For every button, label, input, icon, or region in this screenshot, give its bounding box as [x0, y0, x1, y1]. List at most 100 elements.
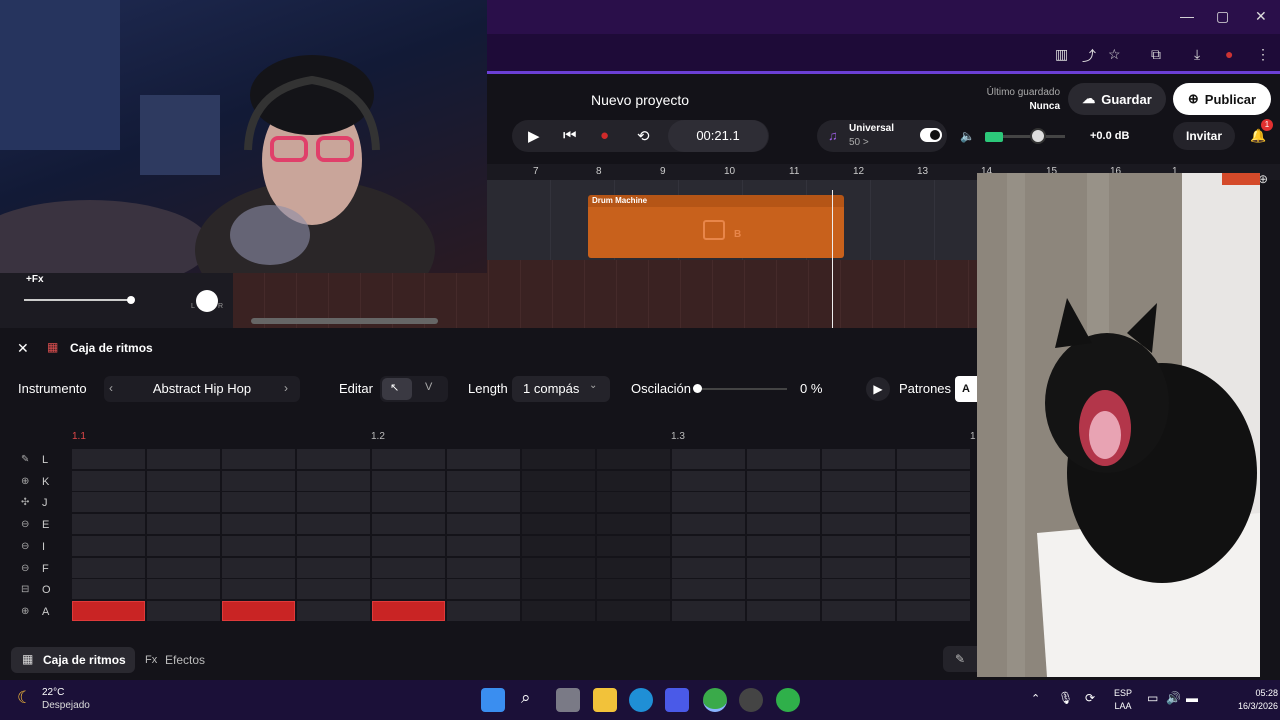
- step-cell[interactable]: [822, 557, 895, 578]
- step-cell[interactable]: [897, 535, 970, 556]
- step-cell[interactable]: [522, 514, 595, 535]
- drum-sound-icon[interactable]: ⊟: [21, 584, 29, 595]
- step-cell[interactable]: [147, 470, 220, 491]
- step-cell[interactable]: [72, 470, 145, 491]
- step-cell[interactable]: [222, 492, 295, 513]
- step-cell[interactable]: [822, 449, 895, 469]
- step-cell[interactable]: [522, 470, 595, 491]
- chevron-right-icon[interactable]: ›: [284, 381, 288, 395]
- xbox-icon[interactable]: [776, 688, 800, 712]
- play-pattern-icon[interactable]: ▶: [866, 377, 890, 401]
- close-icon[interactable]: ✕: [17, 340, 29, 357]
- step-cell[interactable]: [522, 492, 595, 513]
- step-cell[interactable]: [522, 449, 595, 469]
- step-cell[interactable]: [147, 535, 220, 556]
- weather-description[interactable]: Despejado: [42, 700, 90, 711]
- playhead[interactable]: [832, 190, 833, 328]
- step-cell[interactable]: [72, 579, 145, 600]
- step-cell[interactable]: [897, 579, 970, 600]
- track-volume-slider[interactable]: [24, 299, 130, 301]
- network-icon[interactable]: ▭: [1147, 691, 1158, 705]
- drum-sound-icon[interactable]: ✣: [21, 497, 29, 508]
- step-cell[interactable]: [72, 492, 145, 513]
- step-cell[interactable]: [447, 535, 520, 556]
- pencil-icon[interactable]: ✎: [943, 646, 977, 672]
- step-cell[interactable]: [72, 600, 145, 621]
- play-icon[interactable]: ▶: [528, 127, 540, 145]
- step-cell[interactable]: [672, 514, 745, 535]
- swing-handle[interactable]: [693, 384, 702, 393]
- weather-moon-icon[interactable]: ☾: [17, 688, 32, 708]
- step-cell[interactable]: [747, 557, 820, 578]
- reading-view-icon[interactable]: ▥: [1055, 46, 1068, 63]
- step-cell[interactable]: [897, 600, 970, 621]
- step-cell[interactable]: [672, 470, 745, 491]
- step-cell[interactable]: [672, 449, 745, 469]
- step-cell[interactable]: [822, 579, 895, 600]
- extensions-icon[interactable]: ⧉: [1151, 46, 1161, 63]
- step-cell[interactable]: [447, 514, 520, 535]
- step-cell[interactable]: [297, 492, 370, 513]
- chrome-icon[interactable]: [703, 688, 727, 712]
- track-volume-handle[interactable]: [127, 296, 135, 304]
- step-cell[interactable]: [222, 600, 295, 621]
- volume-knob[interactable]: [1030, 128, 1046, 144]
- add-fx-button[interactable]: +Fx: [26, 274, 44, 285]
- velocity-tool-icon[interactable]: V: [425, 381, 432, 393]
- step-cell[interactable]: [447, 470, 520, 491]
- weather-temperature[interactable]: 22°C: [42, 687, 64, 698]
- horizontal-scrollbar[interactable]: [251, 318, 438, 324]
- step-cell[interactable]: [222, 470, 295, 491]
- step-cell[interactable]: [447, 579, 520, 600]
- obs-icon[interactable]: [739, 688, 763, 712]
- step-cell[interactable]: [897, 449, 970, 469]
- tray-expand-icon[interactable]: ⌃: [1031, 692, 1040, 705]
- step-cell[interactable]: [372, 514, 445, 535]
- step-cell[interactable]: [72, 557, 145, 578]
- close-window-button[interactable]: ✕: [1255, 8, 1267, 25]
- swing-slider[interactable]: [697, 388, 787, 390]
- invite-button[interactable]: Invitar: [1173, 122, 1235, 150]
- step-cell[interactable]: [447, 492, 520, 513]
- profile-icon[interactable]: ●: [1225, 46, 1233, 62]
- download-icon[interactable]: ⤓: [1194, 46, 1200, 63]
- language-top[interactable]: ESP: [1108, 688, 1138, 698]
- step-cell[interactable]: [897, 557, 970, 578]
- step-cell[interactable]: [522, 579, 595, 600]
- step-cell[interactable]: [222, 579, 295, 600]
- publish-button[interactable]: ⊕ Publicar: [1173, 83, 1271, 115]
- step-cell[interactable]: [747, 579, 820, 600]
- step-cell[interactable]: [372, 492, 445, 513]
- step-cell[interactable]: [372, 535, 445, 556]
- step-cell[interactable]: [747, 492, 820, 513]
- step-cell[interactable]: [747, 449, 820, 469]
- step-cell[interactable]: [597, 557, 670, 578]
- step-cell[interactable]: [297, 557, 370, 578]
- maximize-button[interactable]: ▢: [1216, 8, 1229, 25]
- step-cell[interactable]: [222, 535, 295, 556]
- pan-knob[interactable]: [196, 290, 218, 312]
- step-cell[interactable]: [147, 557, 220, 578]
- tray-sync-icon[interactable]: ⟳: [1085, 691, 1095, 705]
- step-cell[interactable]: [147, 449, 220, 469]
- rewind-icon[interactable]: ⏮: [563, 127, 577, 144]
- step-cell[interactable]: [447, 449, 520, 469]
- drum-sound-icon[interactable]: ⊕: [21, 606, 29, 617]
- minimize-button[interactable]: —: [1180, 8, 1194, 24]
- step-cell[interactable]: [522, 535, 595, 556]
- clock-time[interactable]: 05:28: [1200, 688, 1278, 698]
- step-cell[interactable]: [897, 514, 970, 535]
- microphone-icon[interactable]: 🎙: [1058, 691, 1073, 705]
- step-cell[interactable]: [597, 579, 670, 600]
- step-cell[interactable]: [372, 470, 445, 491]
- step-cell[interactable]: [372, 600, 445, 621]
- step-cell[interactable]: [747, 535, 820, 556]
- more-icon[interactable]: ⋮: [1256, 46, 1270, 63]
- step-cell[interactable]: [222, 514, 295, 535]
- step-cell[interactable]: [822, 470, 895, 491]
- step-cell[interactable]: [372, 449, 445, 469]
- step-cell[interactable]: [522, 600, 595, 621]
- step-cell[interactable]: [147, 514, 220, 535]
- step-cell[interactable]: [372, 557, 445, 578]
- step-cell[interactable]: [147, 579, 220, 600]
